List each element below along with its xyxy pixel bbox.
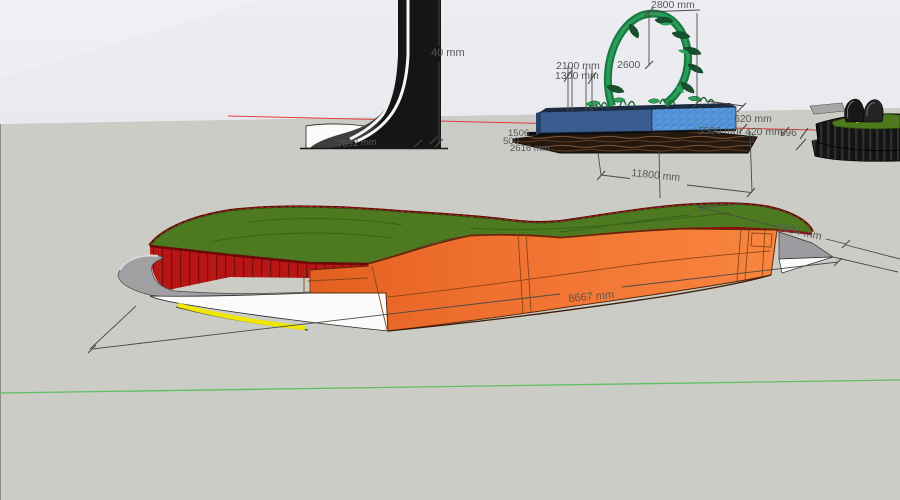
dim-label-monument-height[interactable]: 40 mm [431,48,465,59]
model-viewport[interactable]: 40 mm 7592 mm 2800 mm 2100 mm 1300 mm 26… [0,0,900,500]
dim-label-planter-b[interactable]: 1300 mm [555,71,599,82]
planter-front-left [540,109,652,133]
dim-label-sculpture-height[interactable]: 2800 mm [651,0,695,11]
dim-label-monument-width[interactable]: 7592 mm [337,138,377,150]
dim-label-planter-offset[interactable]: 420 mm [745,127,783,138]
scene-canvas[interactable] [0,0,900,500]
dim-label-planter-end[interactable]: 620 mm [734,114,772,125]
dim-label-planter-length[interactable]: 5500 mm [698,126,742,137]
planter-side-face [536,112,540,135]
dim-label-arc-width[interactable]: 2600 [617,60,640,71]
dim-label-slab-c[interactable]: 2616 mm [510,144,550,154]
dim-label-right-planter[interactable]: 696 [780,129,797,139]
